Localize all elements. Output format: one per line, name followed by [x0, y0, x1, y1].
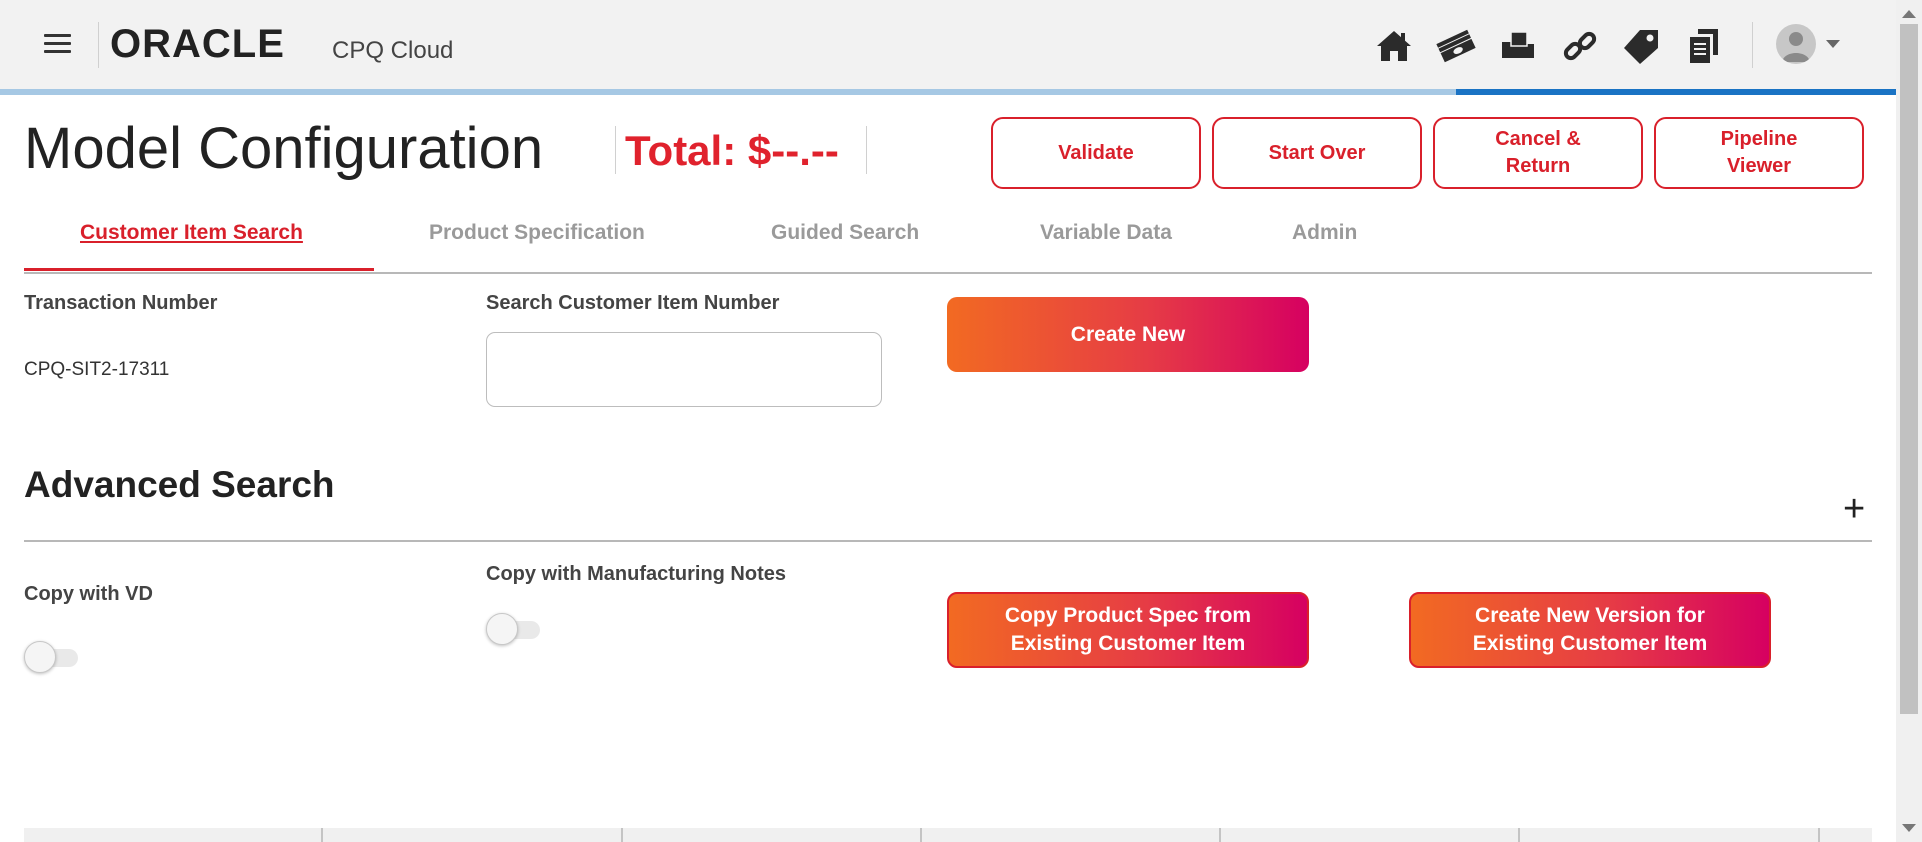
table-column-divider	[1518, 828, 1520, 842]
transaction-number-value: CPQ-SIT2-17311	[24, 359, 170, 380]
progress-indicator	[1456, 89, 1896, 95]
table-column-divider	[1818, 828, 1820, 842]
table-column-divider	[621, 828, 623, 842]
scroll-up-arrow-icon[interactable]	[1902, 10, 1916, 18]
expand-plus-icon[interactable]: +	[1843, 490, 1865, 528]
validate-button[interactable]: Validate	[991, 117, 1201, 189]
money-icon[interactable]	[1434, 24, 1478, 68]
vertical-scrollbar[interactable]	[1896, 0, 1922, 842]
create-new-button[interactable]: Create New	[947, 297, 1309, 372]
copy-with-mfg-notes-toggle[interactable]	[486, 613, 544, 645]
link-icon[interactable]	[1558, 24, 1602, 68]
cancel-return-button[interactable]: Cancel & Return	[1433, 117, 1643, 189]
tab-admin[interactable]: Admin	[1292, 221, 1357, 245]
header-divider	[98, 22, 99, 68]
documents-icon[interactable]	[1682, 24, 1726, 68]
title-divider	[866, 126, 867, 174]
products-icon[interactable]	[1496, 24, 1540, 68]
tag-icon[interactable]	[1620, 24, 1664, 68]
menu-icon[interactable]	[44, 34, 71, 54]
tab-guided-search[interactable]: Guided Search	[771, 221, 919, 245]
copy-with-vd-label: Copy with VD	[24, 583, 153, 605]
copy-with-vd-toggle[interactable]	[24, 641, 82, 673]
copy-with-mfg-notes-label: Copy with Manufacturing Notes	[486, 563, 786, 585]
results-table-header	[24, 828, 1872, 842]
table-column-divider	[1219, 828, 1221, 842]
tab-product-specification[interactable]: Product Specification	[429, 221, 645, 245]
total-price: Total: $--.--	[625, 127, 839, 174]
search-customer-item-label: Search Customer Item Number	[486, 292, 780, 314]
active-tab-indicator	[24, 268, 374, 271]
user-avatar-icon[interactable]	[1776, 24, 1816, 64]
scroll-down-arrow-icon[interactable]	[1902, 824, 1916, 832]
copy-product-spec-button[interactable]: Copy Product Spec from Existing Customer…	[947, 592, 1309, 668]
header-divider	[1752, 22, 1753, 68]
tabs-divider	[24, 272, 1872, 274]
toggle-knob	[486, 613, 518, 645]
oracle-logo: ORACLE	[110, 22, 285, 66]
tab-customer-item-search[interactable]: Customer Item Search	[80, 221, 303, 245]
tab-variable-data[interactable]: Variable Data	[1040, 221, 1172, 245]
table-column-divider	[321, 828, 323, 842]
dropdown-caret-icon[interactable]	[1826, 40, 1840, 48]
advanced-search-title: Advanced Search	[24, 464, 335, 505]
scrollbar-thumb[interactable]	[1900, 24, 1918, 714]
product-name: CPQ Cloud	[332, 37, 454, 64]
create-new-version-button[interactable]: Create New Version for Existing Customer…	[1409, 592, 1771, 668]
advanced-search-divider	[24, 540, 1872, 542]
page-title: Model Configuration	[24, 116, 544, 181]
search-customer-item-input[interactable]	[486, 332, 882, 407]
pipeline-viewer-button[interactable]: Pipeline Viewer	[1654, 117, 1864, 189]
app-window: ORACLE CPQ Cloud Model Configuration Tot…	[0, 0, 1896, 842]
home-icon[interactable]	[1372, 24, 1416, 68]
top-header: ORACLE CPQ Cloud	[0, 0, 1896, 91]
transaction-number-label: Transaction Number	[24, 292, 218, 314]
toggle-knob	[24, 641, 56, 673]
table-column-divider	[920, 828, 922, 842]
title-divider	[615, 126, 616, 174]
start-over-button[interactable]: Start Over	[1212, 117, 1422, 189]
